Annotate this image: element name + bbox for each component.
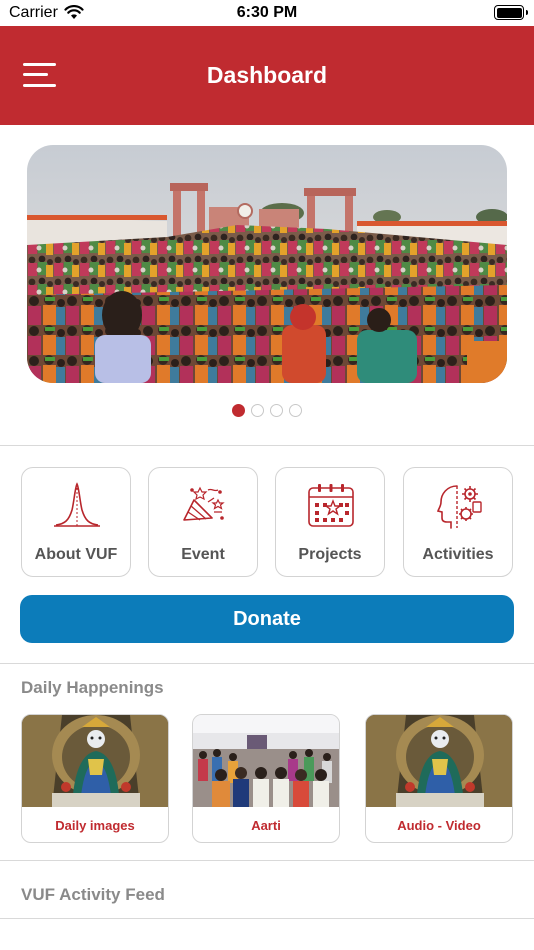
carousel-pager[interactable] — [0, 404, 534, 418]
donate-button[interactable]: Donate — [20, 595, 514, 643]
page-title: Dashboard — [206, 62, 328, 88]
gear-head-icon — [436, 485, 482, 529]
banner-image — [27, 145, 507, 383]
calendar-icon — [308, 484, 354, 527]
battery-icon — [494, 5, 528, 20]
deity-image — [366, 715, 512, 807]
carousel-dot[interactable] — [289, 404, 302, 417]
carousel-dot[interactable] — [251, 404, 264, 417]
activities-button[interactable]: Activities — [403, 467, 513, 577]
projects-button[interactable]: Projects — [275, 467, 385, 577]
daily-happenings-title: Daily Happenings — [21, 678, 164, 697]
daily-images-label: Daily images — [55, 818, 135, 833]
aarti-card[interactable]: Aarti — [192, 714, 340, 843]
activity-feed-title: VUF Activity Feed — [21, 885, 165, 904]
carousel-dot[interactable] — [270, 404, 283, 417]
event-button[interactable]: Event — [148, 467, 258, 577]
daily-images-card[interactable]: Daily images — [21, 714, 169, 843]
clock-label: 6:30 PM — [236, 4, 298, 21]
aarti-label: Aarti — [251, 818, 281, 833]
event-label: Event — [181, 546, 225, 563]
party-popper-icon — [183, 486, 225, 521]
aarti-image — [193, 715, 339, 807]
divider — [0, 918, 534, 919]
banner-carousel[interactable] — [27, 145, 507, 383]
audio-video-label: Audio - Video — [397, 818, 481, 833]
bell-curve-icon — [54, 482, 100, 527]
deity-image — [22, 715, 168, 807]
carousel-dot[interactable] — [232, 404, 245, 417]
divider — [0, 860, 534, 861]
activities-label: Activities — [422, 546, 494, 563]
about-vuf-label: About VUF — [34, 546, 118, 563]
status-bar: Carrier 6:30 PM — [0, 0, 534, 26]
audio-video-card[interactable]: Audio - Video — [365, 714, 513, 843]
projects-label: Projects — [298, 546, 362, 563]
dashboard-screen: Carrier 6:30 PM Dashboard About VUF Even… — [0, 0, 534, 950]
divider — [0, 663, 534, 664]
divider — [0, 445, 534, 446]
nav-bar: Dashboard — [0, 26, 534, 125]
about-vuf-button[interactable]: About VUF — [21, 467, 131, 577]
